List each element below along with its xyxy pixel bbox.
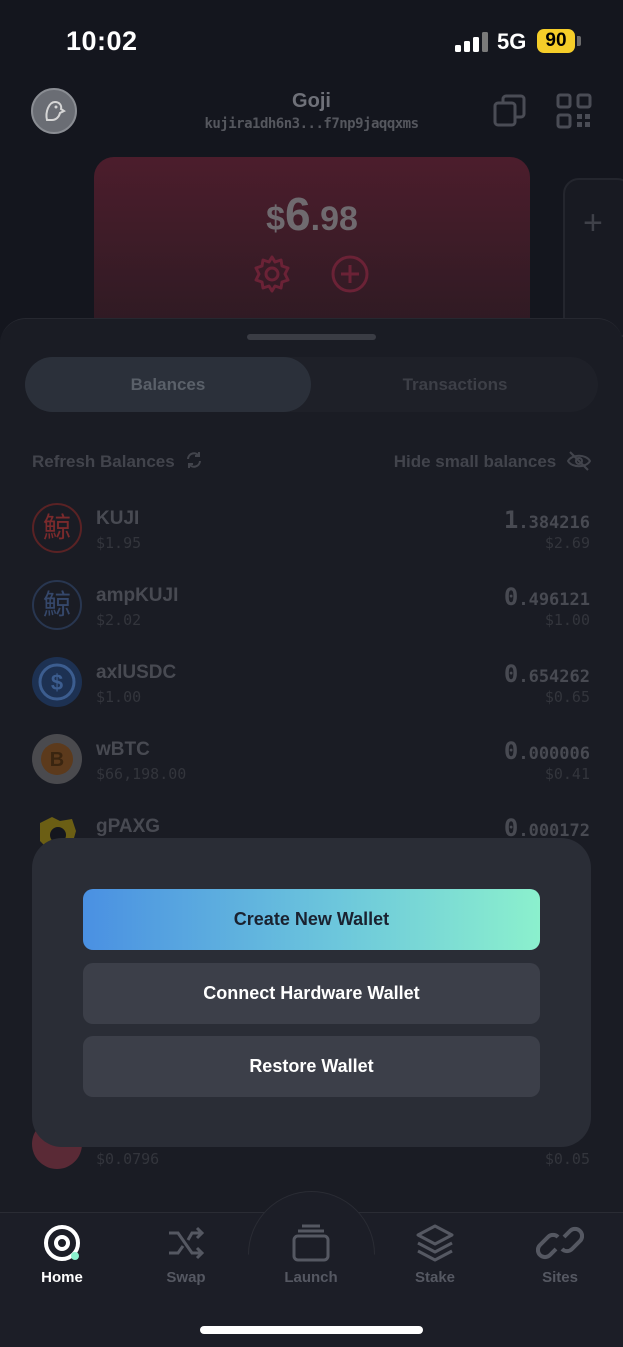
sheet-grabber[interactable] bbox=[247, 334, 376, 340]
svg-text:$: $ bbox=[51, 670, 63, 695]
tab-home[interactable]: Home bbox=[12, 1223, 112, 1286]
copy-icon[interactable] bbox=[492, 93, 528, 129]
settings-gear-icon[interactable] bbox=[252, 254, 292, 294]
tab-launch[interactable]: Launch bbox=[261, 1223, 361, 1286]
tab-home-label: Home bbox=[41, 1269, 83, 1286]
status-bar: 10:02 5G 90 bbox=[0, 0, 623, 80]
hide-small-label: Hide small balances bbox=[393, 452, 557, 471]
add-circle-icon[interactable] bbox=[330, 254, 370, 294]
asset-row-kuji[interactable]: 鯨 KUJI $1.95 1.384216 $2.69 bbox=[0, 503, 623, 573]
asset-value: $0.65 bbox=[544, 688, 590, 706]
asset-amount: 1.384216 bbox=[503, 506, 590, 534]
asset-symbol: wBTC bbox=[96, 739, 150, 760]
tab-stake[interactable]: Stake bbox=[385, 1223, 485, 1286]
refresh-balances-button[interactable]: Refresh Balances bbox=[32, 451, 203, 472]
usdc-logo-icon: $ bbox=[32, 657, 82, 707]
asset-symbol: KUJI bbox=[96, 508, 140, 529]
eye-off-icon bbox=[566, 451, 592, 471]
asset-price: $1.95 bbox=[96, 534, 142, 552]
restore-wallet-button[interactable]: Restore Wallet bbox=[83, 1036, 540, 1097]
asset-row-ampkuji[interactable]: 鯨 ampKUJI $2.02 0.496121 $1.00 bbox=[0, 580, 623, 650]
status-time: 10:02 bbox=[66, 26, 138, 56]
asset-symbol: gPAXG bbox=[96, 816, 161, 837]
tab-stake-label: Stake bbox=[414, 1269, 456, 1286]
link-icon bbox=[536, 1226, 584, 1260]
asset-symbol: ampKUJI bbox=[96, 585, 179, 606]
asset-amount: 0.496121 bbox=[503, 583, 590, 611]
create-new-wallet-button[interactable]: Create New Wallet bbox=[83, 889, 540, 950]
tab-swap-label: Swap bbox=[166, 1269, 206, 1286]
network-type: 5G bbox=[497, 29, 527, 54]
hide-small-balances-toggle[interactable]: Hide small balances bbox=[393, 451, 592, 472]
wallet-options-modal: Create New Wallet Connect Hardware Walle… bbox=[32, 838, 591, 1147]
asset-row-axlusdc[interactable]: $ axlUSDC $1.00 0.654262 $0.65 bbox=[0, 657, 623, 727]
segmented-control: Balances Transactions bbox=[25, 357, 598, 412]
kuji-logo-icon: 鯨 bbox=[32, 503, 82, 553]
asset-amount: 0.654262 bbox=[503, 660, 590, 688]
wbtc-logo-icon: B bbox=[32, 734, 82, 784]
asset-price: $1.00 bbox=[96, 688, 142, 706]
ampkuji-logo-icon: 鯨 bbox=[32, 580, 82, 630]
asset-value: $0.41 bbox=[544, 765, 590, 783]
shuffle-icon bbox=[169, 1226, 205, 1260]
home-indicator bbox=[200, 1326, 423, 1334]
plus-icon: + bbox=[583, 204, 603, 242]
tab-sites-label: Sites bbox=[542, 1269, 578, 1286]
home-icon bbox=[44, 1225, 80, 1261]
qr-code-icon[interactable] bbox=[556, 93, 592, 129]
tab-swap[interactable]: Swap bbox=[136, 1223, 236, 1286]
total-balance: $6.98 bbox=[266, 188, 358, 240]
asset-price: $2.02 bbox=[96, 611, 142, 629]
asset-price: $0.0796 bbox=[96, 1150, 160, 1168]
tab-balances[interactable]: Balances bbox=[25, 357, 311, 412]
wallet-name[interactable]: Goji bbox=[0, 90, 623, 113]
refresh-balances-label: Refresh Balances bbox=[32, 452, 175, 471]
asset-value: $1.00 bbox=[544, 611, 590, 629]
wallet-address[interactable]: kujira1dh6n3...f7np9jaqqxms bbox=[0, 116, 623, 132]
asset-amount: 0.000006 bbox=[503, 737, 590, 765]
layers-stack-icon bbox=[292, 1224, 330, 1262]
tab-transactions[interactable]: Transactions bbox=[312, 357, 598, 412]
connect-hardware-wallet-button[interactable]: Connect Hardware Wallet bbox=[83, 963, 540, 1024]
asset-value: $2.69 bbox=[544, 534, 590, 552]
refresh-icon bbox=[187, 452, 202, 468]
signal-icon bbox=[455, 32, 488, 52]
asset-price: $66,198.00 bbox=[96, 765, 187, 783]
tab-sites[interactable]: Sites bbox=[510, 1223, 610, 1286]
stack-layers-icon bbox=[416, 1224, 454, 1262]
asset-row-wbtc[interactable]: B wBTC $66,198.00 0.000006 $0.41 bbox=[0, 734, 623, 804]
battery-icon: 90 bbox=[537, 29, 575, 53]
svg-text:B: B bbox=[50, 749, 64, 771]
add-wallet-card[interactable]: + bbox=[563, 178, 623, 338]
asset-value: $0.05 bbox=[544, 1150, 590, 1168]
asset-symbol: axlUSDC bbox=[96, 662, 177, 683]
battery-nub bbox=[577, 36, 581, 46]
tab-launch-label: Launch bbox=[284, 1269, 338, 1286]
